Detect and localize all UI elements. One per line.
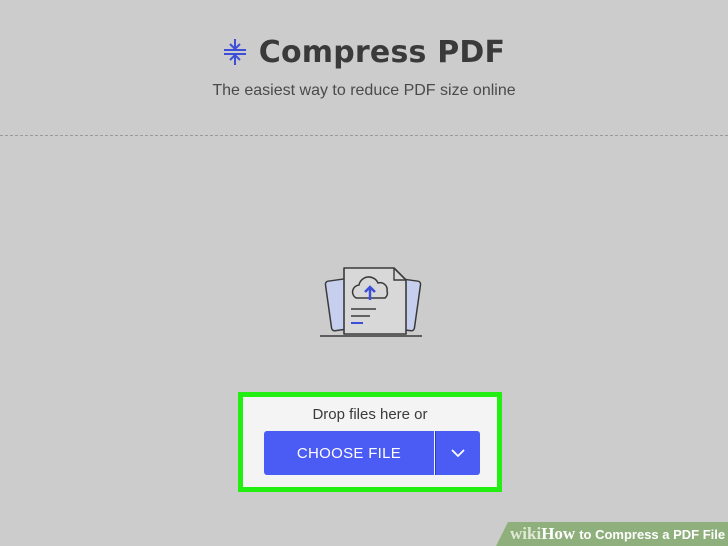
watermark-how: How	[541, 524, 576, 543]
wikihow-watermark: wiki How to Compress a PDF File	[496, 522, 728, 546]
watermark-text: to Compress a PDF File	[579, 526, 726, 542]
chevron-down-icon	[451, 449, 465, 458]
choose-file-button[interactable]: CHOOSE FILE	[264, 431, 434, 475]
page-header: Compress PDF The easiest way to reduce P…	[0, 0, 728, 135]
watermark-wiki: wiki	[510, 524, 542, 543]
dropzone-prompt: Drop files here or	[312, 406, 428, 423]
page-title: Compress PDF	[258, 34, 506, 70]
page-subtitle: The easiest way to reduce PDF size onlin…	[212, 82, 516, 99]
file-dropzone[interactable]: Drop files here or CHOOSE FILE	[238, 392, 502, 492]
header-divider	[0, 135, 728, 136]
upload-options-dropdown[interactable]	[435, 431, 480, 475]
title-row: Compress PDF	[0, 32, 728, 72]
document-cloud-upload-icon	[320, 267, 422, 337]
compress-icon	[223, 39, 246, 65]
